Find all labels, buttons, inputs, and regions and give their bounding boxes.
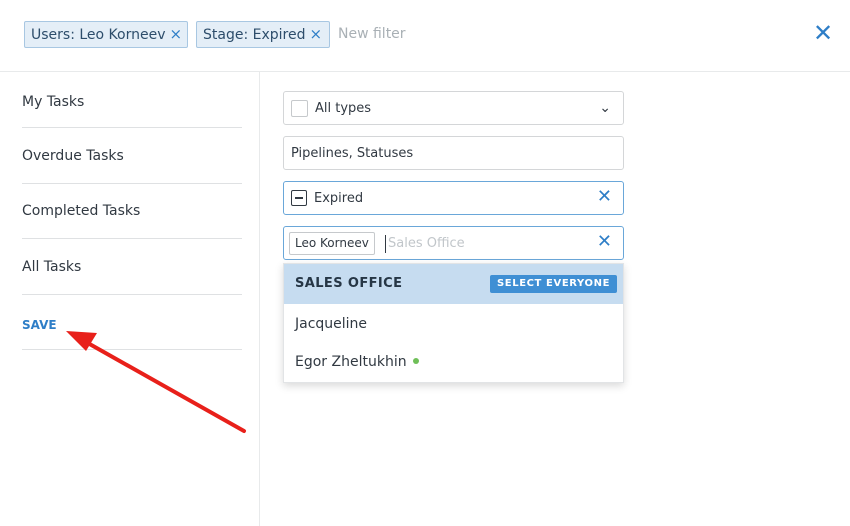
sidebar: My Tasks Overdue Tasks Completed Tasks A… [0,72,260,526]
dropdown-option-jacqueline[interactable]: Jacqueline [295,316,367,332]
sidebar-item-label: My Tasks [22,94,85,110]
sidebar-item-all-tasks[interactable]: All Tasks [22,239,242,295]
filter-bar: Users: Leo Korneev × Stage: Expired × New … [0,0,850,72]
clear-icon[interactable]: ✕ [597,231,612,252]
clear-icon[interactable]: ✕ [597,186,612,207]
text-cursor [385,235,386,253]
chip-remove-icon[interactable]: × [170,25,183,43]
chip-remove-icon[interactable]: × [309,25,322,43]
close-icon[interactable]: ✕ [812,21,834,45]
dropdown-group-header[interactable]: SALES OFFICE SELECT EVERYONE [284,264,623,304]
task-type-select[interactable]: All types ⌄ [283,91,624,125]
option-label: Egor Zheltukhin [295,354,407,370]
users-field[interactable]: Leo Korneev ✕ [283,226,624,260]
pipelines-field[interactable]: Pipelines, Statuses [283,136,624,170]
group-title: SALES OFFICE [295,276,403,291]
status-dot-icon [412,358,419,364]
option-label: Jacqueline [295,316,368,332]
sidebar-item-label: Overdue Tasks [22,148,124,164]
stage-label: Expired [314,191,364,206]
filter-chip-label: Stage: Expired [203,27,306,43]
stage-field[interactable]: Expired ✕ [283,181,624,215]
new-filter-input[interactable]: New filter [338,26,406,42]
selected-user-tag[interactable]: Leo Korneev [289,232,375,255]
task-type-label: All types [315,101,372,116]
dropdown-option-egor-zheltukhin[interactable]: Egor Zheltukhin [295,354,419,370]
sidebar-item-overdue-tasks[interactable]: Overdue Tasks [22,128,242,184]
user-search-input[interactable] [388,233,588,253]
chevron-down-icon[interactable]: ⌄ [599,100,611,116]
save-button[interactable]: SAVE [22,294,242,350]
save-label: SAVE [22,318,57,332]
filter-chip-stage[interactable]: Stage: Expired × [196,21,330,48]
sidebar-item-label: All Tasks [22,259,82,275]
filter-chip-users[interactable]: Users: Leo Korneev × [24,21,188,48]
minus-checkbox-icon[interactable] [291,190,307,206]
sidebar-item-label: Completed Tasks [22,203,141,219]
checkbox-icon[interactable] [291,100,308,117]
sidebar-item-completed-tasks[interactable]: Completed Tasks [22,183,242,239]
filter-chip-label: Users: Leo Korneev [31,27,166,43]
sidebar-item-my-tasks[interactable]: My Tasks [22,72,242,128]
pipelines-label: Pipelines, Statuses [291,146,414,161]
select-everyone-button[interactable]: SELECT EVERYONE [490,275,617,293]
user-dropdown: SALES OFFICE SELECT EVERYONE Jacqueline … [283,263,624,383]
